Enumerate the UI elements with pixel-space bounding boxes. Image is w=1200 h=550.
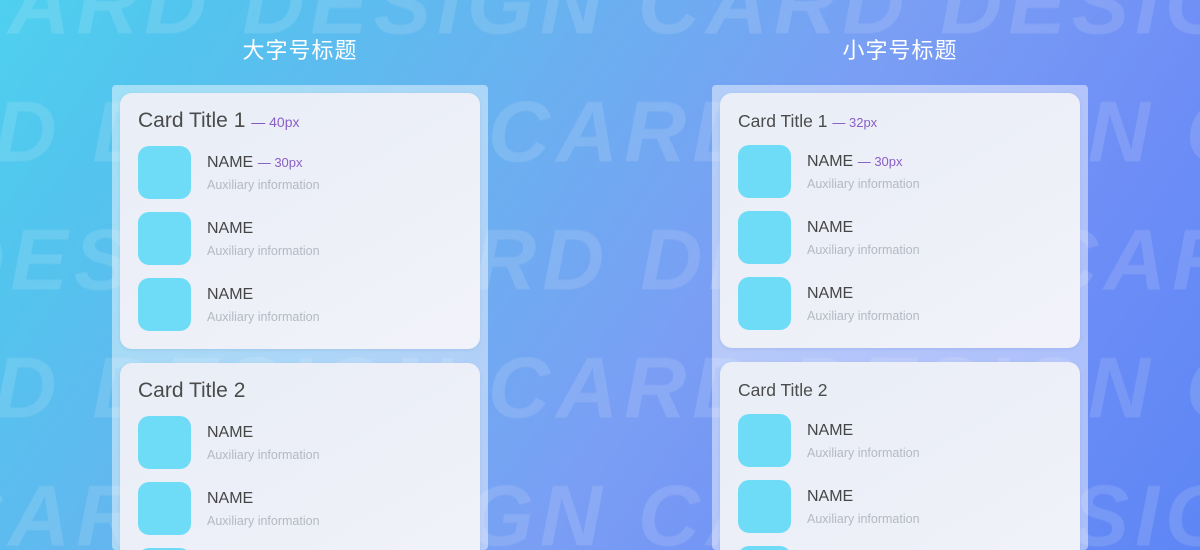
list-item[interactable]: NAME Auxiliary information xyxy=(138,482,462,535)
list-item-text: NAME Auxiliary information xyxy=(807,285,920,323)
list-item-name: NAME xyxy=(807,218,854,236)
list-item-name-text: NAME xyxy=(807,152,854,170)
avatar xyxy=(138,416,191,469)
avatar xyxy=(138,212,191,265)
list-item-text: NAME Auxiliary information xyxy=(207,220,320,258)
comparison-stage: 大字号标题 Card Title 1 — 40px NAME — 30px Au… xyxy=(0,0,1200,550)
annotation-value: 30px xyxy=(874,153,903,169)
list-item[interactable]: NAME — 30px Auxiliary information xyxy=(138,146,462,199)
card-title-1-large[interactable]: Card Title 1 — 40px NAME — 30px Auxiliar… xyxy=(120,93,480,349)
annotation-value: 32px xyxy=(848,115,878,130)
avatar xyxy=(738,546,791,550)
list-item-name: NAME — 30px xyxy=(207,154,320,172)
column-small-type: 小字号标题 Card Title 1 — 32px NAME — 30px Au… xyxy=(600,0,1200,550)
list-item-text: NAME — 30px Auxiliary information xyxy=(207,154,320,192)
list-item[interactable]: NAME Auxiliary information xyxy=(738,480,1062,533)
card-title-text: Card Title 1 xyxy=(138,109,246,132)
list-item-name: NAME xyxy=(207,219,254,237)
column-heading-large: 大字号标题 xyxy=(242,38,358,63)
list-item-name: NAME xyxy=(807,487,854,505)
list-item-text: NAME Auxiliary information xyxy=(807,488,920,526)
list-item-annotation: — 30px xyxy=(258,155,303,170)
list-item-name: NAME xyxy=(807,421,854,439)
list-item-name: NAME — 30px xyxy=(807,153,920,171)
card-panel-large: Card Title 1 — 40px NAME — 30px Auxiliar… xyxy=(112,85,488,550)
card-title: Card Title 1 — 32px xyxy=(738,111,1062,132)
card-title: Card Title 1 — 40px xyxy=(138,109,462,133)
list-item-text: NAME Auxiliary information xyxy=(207,286,320,324)
avatar xyxy=(738,145,791,198)
list-item-subtitle: Auxiliary information xyxy=(207,177,320,192)
card-title-2-large[interactable]: Card Title 2 NAME Auxiliary information … xyxy=(120,363,480,550)
list-item-subtitle: Auxiliary information xyxy=(207,513,320,528)
list-item[interactable]: NAME Auxiliary information xyxy=(738,277,1062,330)
avatar xyxy=(738,414,791,467)
list-item-subtitle: Auxiliary information xyxy=(207,309,320,324)
list-item-subtitle: Auxiliary information xyxy=(807,308,920,323)
list-item-subtitle: Auxiliary information xyxy=(807,445,920,460)
dash-glyph: — xyxy=(257,154,271,170)
column-large-type: 大字号标题 Card Title 1 — 40px NAME — 30px Au… xyxy=(0,0,600,550)
list-item[interactable]: NAME Auxiliary information xyxy=(738,546,1062,550)
list-item[interactable]: NAME Auxiliary information xyxy=(138,278,462,331)
card-title-2-small[interactable]: Card Title 2 NAME Auxiliary information … xyxy=(720,362,1080,550)
list-item[interactable]: NAME Auxiliary information xyxy=(738,211,1062,264)
avatar xyxy=(738,277,791,330)
list-item-text: NAME Auxiliary information xyxy=(807,219,920,257)
dash-glyph: — xyxy=(832,115,846,130)
avatar xyxy=(138,482,191,535)
card-title: Card Title 2 xyxy=(738,380,828,400)
annotation-value: 30px xyxy=(274,154,303,170)
list-item-text: NAME — 30px Auxiliary information xyxy=(807,153,920,191)
card-title-annotation: — 32px xyxy=(832,115,877,130)
dash-glyph: — xyxy=(857,153,871,169)
list-item-subtitle: Auxiliary information xyxy=(807,511,920,526)
list-item-name: NAME xyxy=(207,285,254,303)
list-item-name: NAME xyxy=(207,423,254,441)
list-item[interactable]: NAME Auxiliary information xyxy=(738,414,1062,467)
list-item-subtitle: Auxiliary information xyxy=(807,176,920,191)
list-item-name: NAME xyxy=(807,284,854,302)
list-item-subtitle: Auxiliary information xyxy=(807,242,920,257)
card-title-1-small[interactable]: Card Title 1 — 32px NAME — 30px Auxiliar… xyxy=(720,93,1080,348)
list-item-text: NAME Auxiliary information xyxy=(207,490,320,528)
list-item-subtitle: Auxiliary information xyxy=(207,243,320,258)
list-item-name-text: NAME xyxy=(207,153,254,171)
list-item[interactable]: NAME — 30px Auxiliary information xyxy=(738,145,1062,198)
card-title-text: Card Title 1 xyxy=(738,111,828,131)
avatar xyxy=(138,146,191,199)
list-item-annotation: — 30px xyxy=(858,154,903,169)
avatar xyxy=(738,211,791,264)
list-item-subtitle: Auxiliary information xyxy=(207,447,320,462)
column-heading-small: 小字号标题 xyxy=(842,38,958,63)
card-panel-small: Card Title 1 — 32px NAME — 30px Auxiliar… xyxy=(712,85,1088,550)
avatar xyxy=(138,278,191,331)
avatar xyxy=(738,480,791,533)
list-item-name: NAME xyxy=(207,489,254,507)
card-title: Card Title 2 xyxy=(138,379,246,402)
list-item[interactable]: NAME Auxiliary information xyxy=(138,416,462,469)
list-item[interactable]: NAME Auxiliary information xyxy=(138,212,462,265)
card-title-annotation: — 40px xyxy=(251,114,299,130)
list-item-text: NAME Auxiliary information xyxy=(207,424,320,462)
annotation-value: 40px xyxy=(269,114,300,130)
dash-glyph: — xyxy=(251,114,266,130)
list-item-text: NAME Auxiliary information xyxy=(807,422,920,460)
